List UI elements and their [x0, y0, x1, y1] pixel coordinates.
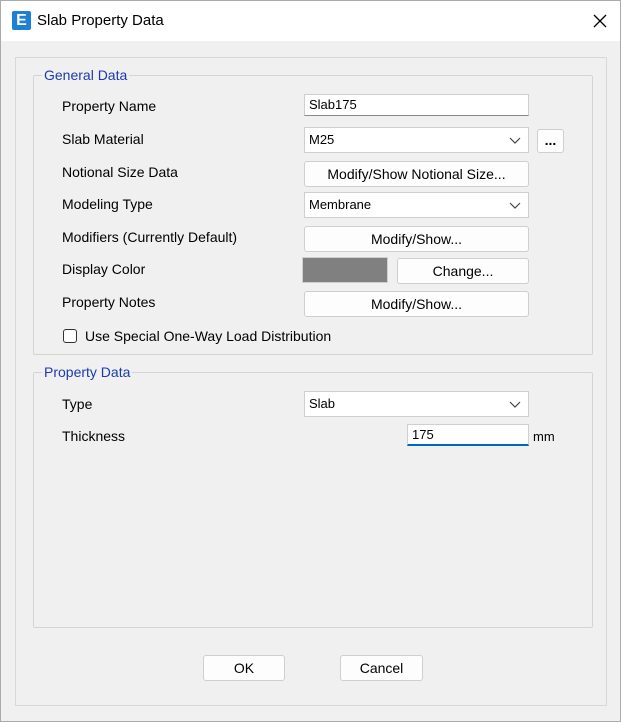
slab-material-label: Slab Material [62, 131, 144, 147]
display-color-swatch [302, 257, 388, 283]
notional-size-button[interactable]: Modify/Show Notional Size... [304, 161, 529, 187]
display-color-label: Display Color [62, 261, 146, 277]
property-notes-label: Property Notes [62, 294, 156, 310]
chevron-down-icon [509, 202, 521, 209]
notional-size-label: Notional Size Data [62, 164, 178, 180]
thickness-input[interactable]: 175 [407, 424, 529, 446]
slab-material-browse-button[interactable]: ... [537, 129, 564, 153]
property-name-input[interactable]: Slab175 [304, 94, 529, 116]
app-logo-icon: E [12, 11, 31, 30]
dialog-window: E Slab Property Data General Data Proper… [0, 0, 621, 722]
window-title: Slab Property Data [37, 12, 164, 29]
property-data-legend: Property Data [42, 364, 133, 380]
general-data-legend: General Data [42, 67, 130, 83]
chevron-down-icon [509, 137, 521, 144]
slab-material-select[interactable]: M25 [304, 127, 529, 153]
dialog-content: General Data Property Name Slab175 Slab … [15, 57, 607, 706]
modifiers-button[interactable]: Modify/Show... [304, 226, 529, 252]
modifiers-label: Modifiers (Currently Default) [62, 229, 238, 245]
type-label: Type [62, 396, 93, 412]
thickness-unit: mm [533, 429, 555, 444]
type-value: Slab [309, 396, 336, 411]
ok-button[interactable]: OK [203, 655, 285, 681]
modeling-type-value: Membrane [309, 197, 372, 212]
property-notes-button[interactable]: Modify/Show... [304, 291, 529, 317]
one-way-load-checkbox[interactable] [63, 329, 77, 343]
cancel-button[interactable]: Cancel [340, 655, 423, 681]
chevron-down-icon [509, 401, 521, 408]
modeling-type-label: Modeling Type [62, 196, 153, 212]
slab-material-value: M25 [309, 132, 335, 147]
change-color-button[interactable]: Change... [397, 258, 529, 284]
type-select[interactable]: Slab [304, 391, 529, 417]
property-name-label: Property Name [62, 98, 157, 114]
title-bar[interactable]: E Slab Property Data [1, 1, 620, 41]
general-data-group: General Data Property Name Slab175 Slab … [33, 67, 593, 355]
close-button[interactable] [580, 1, 620, 41]
property-data-group: Property Data Type Slab Thickness 175 mm [33, 364, 593, 628]
thickness-label: Thickness [62, 428, 126, 444]
one-way-load-label[interactable]: Use Special One-Way Load Distribution [85, 328, 331, 344]
close-icon [593, 14, 607, 28]
modeling-type-select[interactable]: Membrane [304, 192, 529, 218]
